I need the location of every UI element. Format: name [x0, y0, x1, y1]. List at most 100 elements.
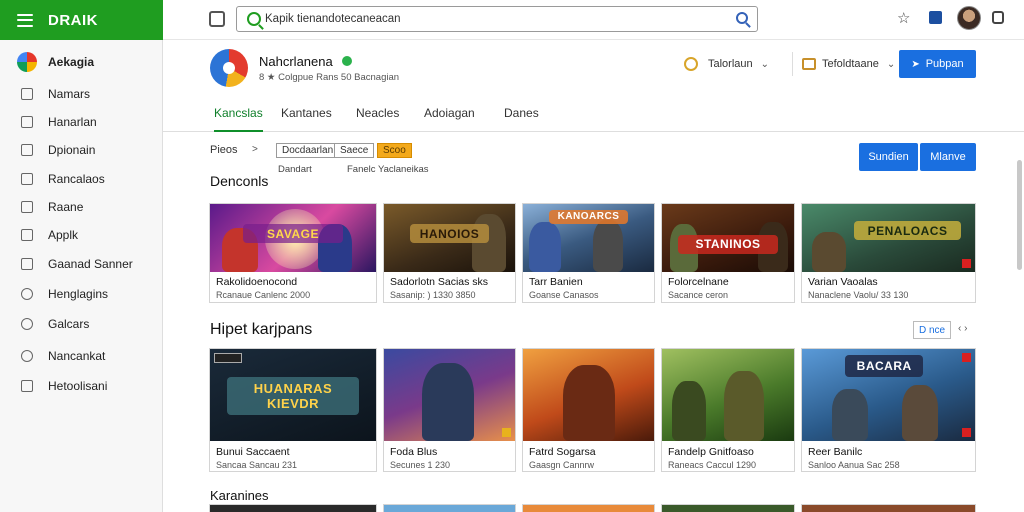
game-card[interactable]: [383, 504, 516, 512]
game-title: Sadorlotn Sacias sks: [390, 276, 489, 288]
game-subtitle: Sacance ceron: [668, 290, 729, 300]
game-banner: HUANARAS KIEVDR: [226, 376, 360, 416]
tab-danes[interactable]: Danes: [504, 106, 539, 132]
sidebar-item-label: Rancalaos: [48, 172, 105, 186]
app-logo-icon: [210, 49, 248, 87]
tab-neacles[interactable]: Neacles: [356, 106, 399, 132]
filter-chip-active[interactable]: Scoo: [377, 143, 412, 158]
game-card[interactable]: HUANARAS KIEVDR Bunui Saccaent Sancaa Sa…: [209, 348, 377, 472]
game-title: Folorcelnane: [668, 276, 729, 288]
search-input[interactable]: [265, 10, 705, 28]
sidebar-item-9[interactable]: Henglagins: [0, 280, 162, 308]
game-thumbnail: KANOARCS: [523, 204, 654, 272]
game-banner: HANOIOS: [410, 224, 489, 244]
star-icon[interactable]: ☆: [897, 9, 910, 27]
chevron-down-icon: ⌄: [760, 58, 770, 70]
sidebar-item-label: Namars: [48, 87, 91, 101]
back-icon[interactable]: [209, 11, 225, 27]
tag-icon: [502, 428, 511, 437]
game-banner: BACARA: [845, 355, 924, 378]
header-dropdown-1-label: Talorlaun: [708, 58, 753, 70]
game-card[interactable]: [661, 504, 795, 512]
game-subtitle: Goanse Canasos: [529, 290, 599, 300]
search-engine-icon: [247, 12, 261, 26]
sidebar-item-3[interactable]: Hanarlan: [0, 108, 162, 136]
hamburger-menu-icon[interactable]: [17, 13, 33, 27]
filter-chip[interactable]: Saece: [334, 143, 375, 158]
game-subtitle: Secunes 1 230: [390, 460, 451, 470]
game-card[interactable]: Foda Blus Secunes 1 230: [383, 348, 516, 472]
avatar[interactable]: [957, 6, 981, 30]
game-card[interactable]: STANINOS Folorcelnane Sacance ceron: [661, 203, 795, 303]
clock-icon: [21, 350, 33, 362]
send-icon: ➤: [911, 58, 920, 70]
document-icon: [21, 380, 33, 392]
sidebar-item-12[interactable]: Hetoolisani: [0, 372, 162, 400]
sidebar-item-4[interactable]: Dpionain: [0, 136, 162, 164]
game-card[interactable]: Fandelp Gnitfoaso Raneacs Caccul 1290: [661, 348, 795, 472]
search-box[interactable]: [236, 6, 758, 32]
chat-icon: [21, 318, 33, 330]
scrollbar[interactable]: [1017, 160, 1022, 270]
globe-icon: [21, 288, 33, 300]
game-thumbnail: [523, 349, 654, 441]
game-card[interactable]: KANOARCS Tarr Banien Goanse Canasos: [522, 203, 655, 303]
sidebar-item-label: Applk: [48, 228, 79, 242]
sidebar-item-7[interactable]: Applk: [0, 221, 162, 249]
game-card[interactable]: Fatrd Sogarsa Gaasgn Cannrw: [522, 348, 655, 472]
coin-icon: [684, 57, 698, 71]
sidebar-item-2[interactable]: Namars: [0, 80, 162, 108]
game-title: Fatrd Sogarsa: [529, 446, 596, 458]
tab-kantanes[interactable]: Kantanes: [281, 106, 332, 132]
tab-kancslas[interactable]: Kancslas: [214, 106, 263, 132]
game-title: Bunui Saccaent: [216, 446, 290, 458]
game-card[interactable]: SAVAGE Rakolidoenocond Rcanaue Canlenc 2…: [209, 203, 377, 303]
sidebar-item-11[interactable]: Nancankat: [0, 342, 162, 370]
filter-note: Dandart: [278, 164, 312, 175]
extensions-icon[interactable]: [992, 11, 1004, 24]
carousel-arrows-icon[interactable]: ‹ ›: [958, 323, 967, 334]
calendar-icon: [21, 258, 33, 270]
tab-bar: Kancslas Kantanes Neacles Adoiagan Danes: [163, 96, 1024, 132]
sundien-button[interactable]: Sundien: [859, 143, 918, 171]
game-card[interactable]: [522, 504, 655, 512]
publish-button-label: Pubpan: [925, 58, 964, 70]
game-thumbnail: HANOIOS: [384, 204, 515, 272]
sidebar-item-label: Henglagins: [48, 287, 109, 301]
sidebar-item-label: Hetoolisani: [48, 379, 108, 393]
game-title: Tarr Banien: [529, 276, 583, 288]
game-subtitle: Sanloo Aanua Sac 258: [808, 460, 900, 470]
game-card[interactable]: [801, 504, 976, 512]
sidebar-item-10[interactable]: Galcars: [0, 310, 162, 338]
view-all-button[interactable]: D nce: [913, 321, 951, 339]
bookmark-icon[interactable]: [929, 11, 942, 24]
game-card[interactable]: HANOIOS Sadorlotn Sacias sks Sasanip: ) …: [383, 203, 516, 303]
sidebar-item-5[interactable]: Rancalaos: [0, 165, 162, 193]
header-dropdown-2[interactable]: Tefoldtaane ⌄: [792, 52, 895, 76]
sidebar-item-label: Hanarlan: [48, 115, 97, 129]
game-thumbnail: BACARA: [802, 349, 975, 441]
game-banner: STANINOS: [677, 234, 779, 254]
sidebar-item-1[interactable]: Aekagia: [0, 48, 162, 76]
sidebar-item-label: Raane: [48, 200, 84, 214]
tab-adoiagan[interactable]: Adoiagan: [424, 106, 475, 132]
section-title-2: Hipet karjpans: [210, 321, 313, 338]
filter-chip[interactable]: Docdaarlan: [276, 143, 340, 158]
tag-icon: [962, 428, 971, 437]
header-dropdown-1[interactable]: Talorlaun ⌄: [684, 52, 769, 76]
game-thumbnail: STANINOS: [662, 204, 794, 272]
sidebar-item-8[interactable]: Gaanad Sanner: [0, 250, 162, 278]
publish-button[interactable]: ➤ Pubpan: [899, 50, 976, 78]
folder-icon: [802, 58, 816, 70]
sidebar-item-6[interactable]: Raane: [0, 193, 162, 221]
badge-icon: [214, 353, 242, 363]
game-card[interactable]: [209, 504, 377, 512]
mlanve-button[interactable]: Mlanve: [920, 143, 976, 171]
game-card[interactable]: BACARA Reer Banilc Sanloo Aanua Sac 258: [801, 348, 976, 472]
game-subtitle: Raneacs Caccul 1290: [668, 460, 757, 470]
game-title: Reer Banilc: [808, 446, 863, 458]
game-card[interactable]: PENALOACS Varian Vaoalas Nanaclene Vaolu…: [801, 203, 976, 303]
filter-note: Fanelc Yaclaneikas: [347, 164, 429, 175]
search-icon[interactable]: [736, 12, 748, 24]
sidebar-item-label: Nancankat: [48, 349, 106, 363]
